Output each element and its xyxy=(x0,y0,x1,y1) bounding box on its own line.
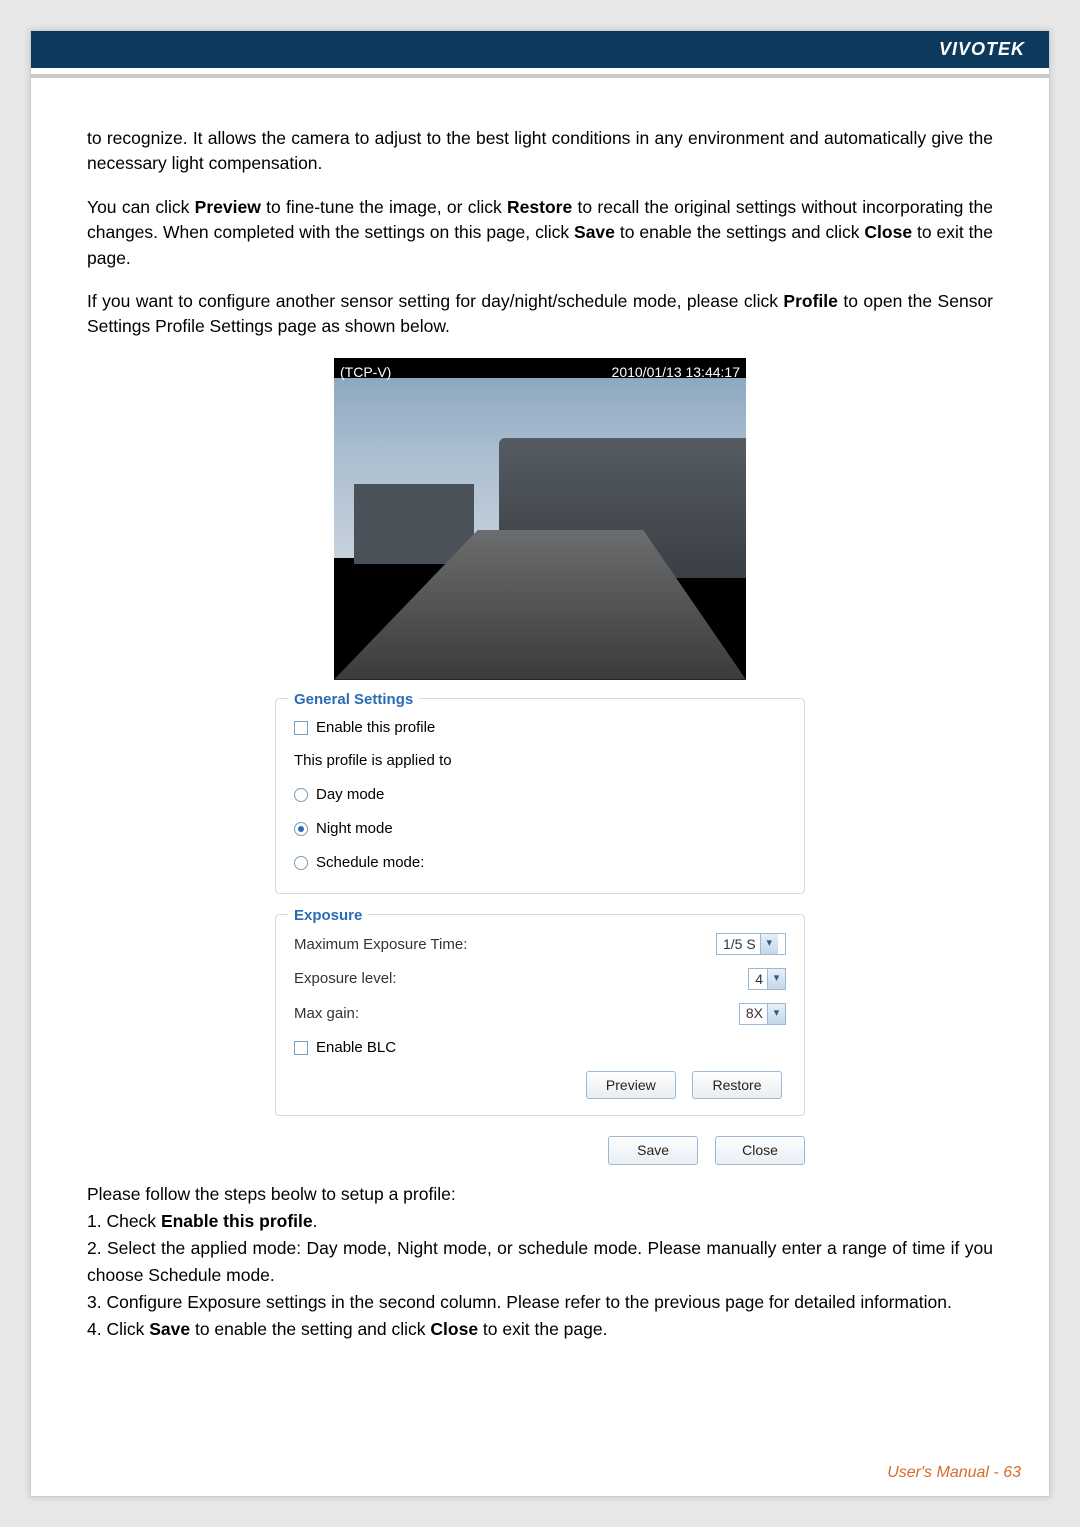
max-gain-select[interactable]: 8X ▾ xyxy=(739,1003,786,1025)
general-settings-panel: General Settings Enable this profile Thi… xyxy=(275,698,805,895)
max-exposure-time-select[interactable]: 1/5 S ▾ xyxy=(716,933,786,955)
schedule-mode-radio[interactable] xyxy=(294,856,308,870)
header-bar: VIVOTEK xyxy=(31,31,1049,68)
night-mode-row: Night mode xyxy=(290,812,790,846)
steps-intro: Please follow the steps beolw to setup a… xyxy=(87,1181,993,1208)
exposure-level-select[interactable]: 4 ▾ xyxy=(748,968,786,990)
max-gain-row: Max gain: 8X ▾ xyxy=(290,997,790,1032)
general-settings-legend: General Settings xyxy=(288,689,419,711)
exposure-level-label: Exposure level: xyxy=(294,968,688,990)
enable-blc-row: Enable BLC xyxy=(290,1031,790,1065)
applied-to-row: This profile is applied to xyxy=(290,744,790,778)
night-mode-radio[interactable] xyxy=(294,822,308,836)
exposure-level-row: Exposure level: 4 ▾ xyxy=(290,962,790,997)
preview-button[interactable]: Preview xyxy=(586,1071,676,1099)
exposure-legend: Exposure xyxy=(288,905,368,927)
enable-profile-label: Enable this profile xyxy=(316,717,435,739)
save-button[interactable]: Save xyxy=(608,1136,698,1164)
day-mode-label: Day mode xyxy=(316,784,384,806)
steps-1: 1. Check Enable this profile. xyxy=(87,1208,993,1235)
applied-to-label: This profile is applied to xyxy=(294,750,452,772)
enable-blc-checkbox[interactable] xyxy=(294,1041,308,1055)
steps-3: 3. Configure Exposure settings in the se… xyxy=(87,1289,993,1316)
profile-steps: Please follow the steps beolw to setup a… xyxy=(87,1165,993,1344)
body-text: to recognize. It allows the camera to ad… xyxy=(31,78,1049,1363)
close-button[interactable]: Close xyxy=(715,1136,805,1164)
schedule-mode-row: Schedule mode: xyxy=(290,846,790,880)
preview-timestamp: 2010/01/13 13:44:17 xyxy=(612,362,740,382)
night-mode-label: Night mode xyxy=(316,818,393,840)
exposure-panel: Exposure Maximum Exposure Time: 1/5 S ▾ … xyxy=(275,914,805,1116)
steps-4: 4. Click Save to enable the setting and … xyxy=(87,1316,993,1343)
enable-blc-label: Enable BLC xyxy=(316,1037,396,1059)
camera-preview-image: (TCP-V) 2010/01/13 13:44:17 xyxy=(334,358,746,680)
footer-page-label: User's Manual - 63 xyxy=(887,1464,1021,1482)
steps-2: 2. Select the applied mode: Day mode, Ni… xyxy=(87,1235,993,1289)
chevron-down-icon: ▾ xyxy=(760,934,778,954)
bottom-button-row: Save Close xyxy=(275,1136,805,1164)
max-gain-label: Max gain: xyxy=(294,1003,679,1025)
schedule-mode-label: Schedule mode: xyxy=(316,852,424,874)
chevron-down-icon: ▾ xyxy=(767,969,785,989)
day-mode-row: Day mode xyxy=(290,778,790,812)
document-page: VIVOTEK to recognize. It allows the came… xyxy=(30,30,1050,1497)
intro-para1: to recognize. It allows the camera to ad… xyxy=(87,126,993,177)
max-exposure-time-label: Maximum Exposure Time: xyxy=(294,934,656,956)
day-mode-radio[interactable] xyxy=(294,788,308,802)
enable-profile-row: Enable this profile xyxy=(290,711,790,745)
intro-para2: You can click Preview to fine-tune the i… xyxy=(87,195,993,271)
preview-name-overlay: (TCP-V) xyxy=(340,362,391,382)
enable-profile-checkbox[interactable] xyxy=(294,721,308,735)
intro-para3: If you want to configure another sensor … xyxy=(87,289,993,340)
brand-label: VIVOTEK xyxy=(939,39,1025,59)
max-exposure-time-row: Maximum Exposure Time: 1/5 S ▾ xyxy=(290,927,790,962)
chevron-down-icon: ▾ xyxy=(767,1004,785,1024)
exposure-button-row: Preview Restore xyxy=(290,1065,790,1101)
restore-button[interactable]: Restore xyxy=(692,1071,782,1099)
